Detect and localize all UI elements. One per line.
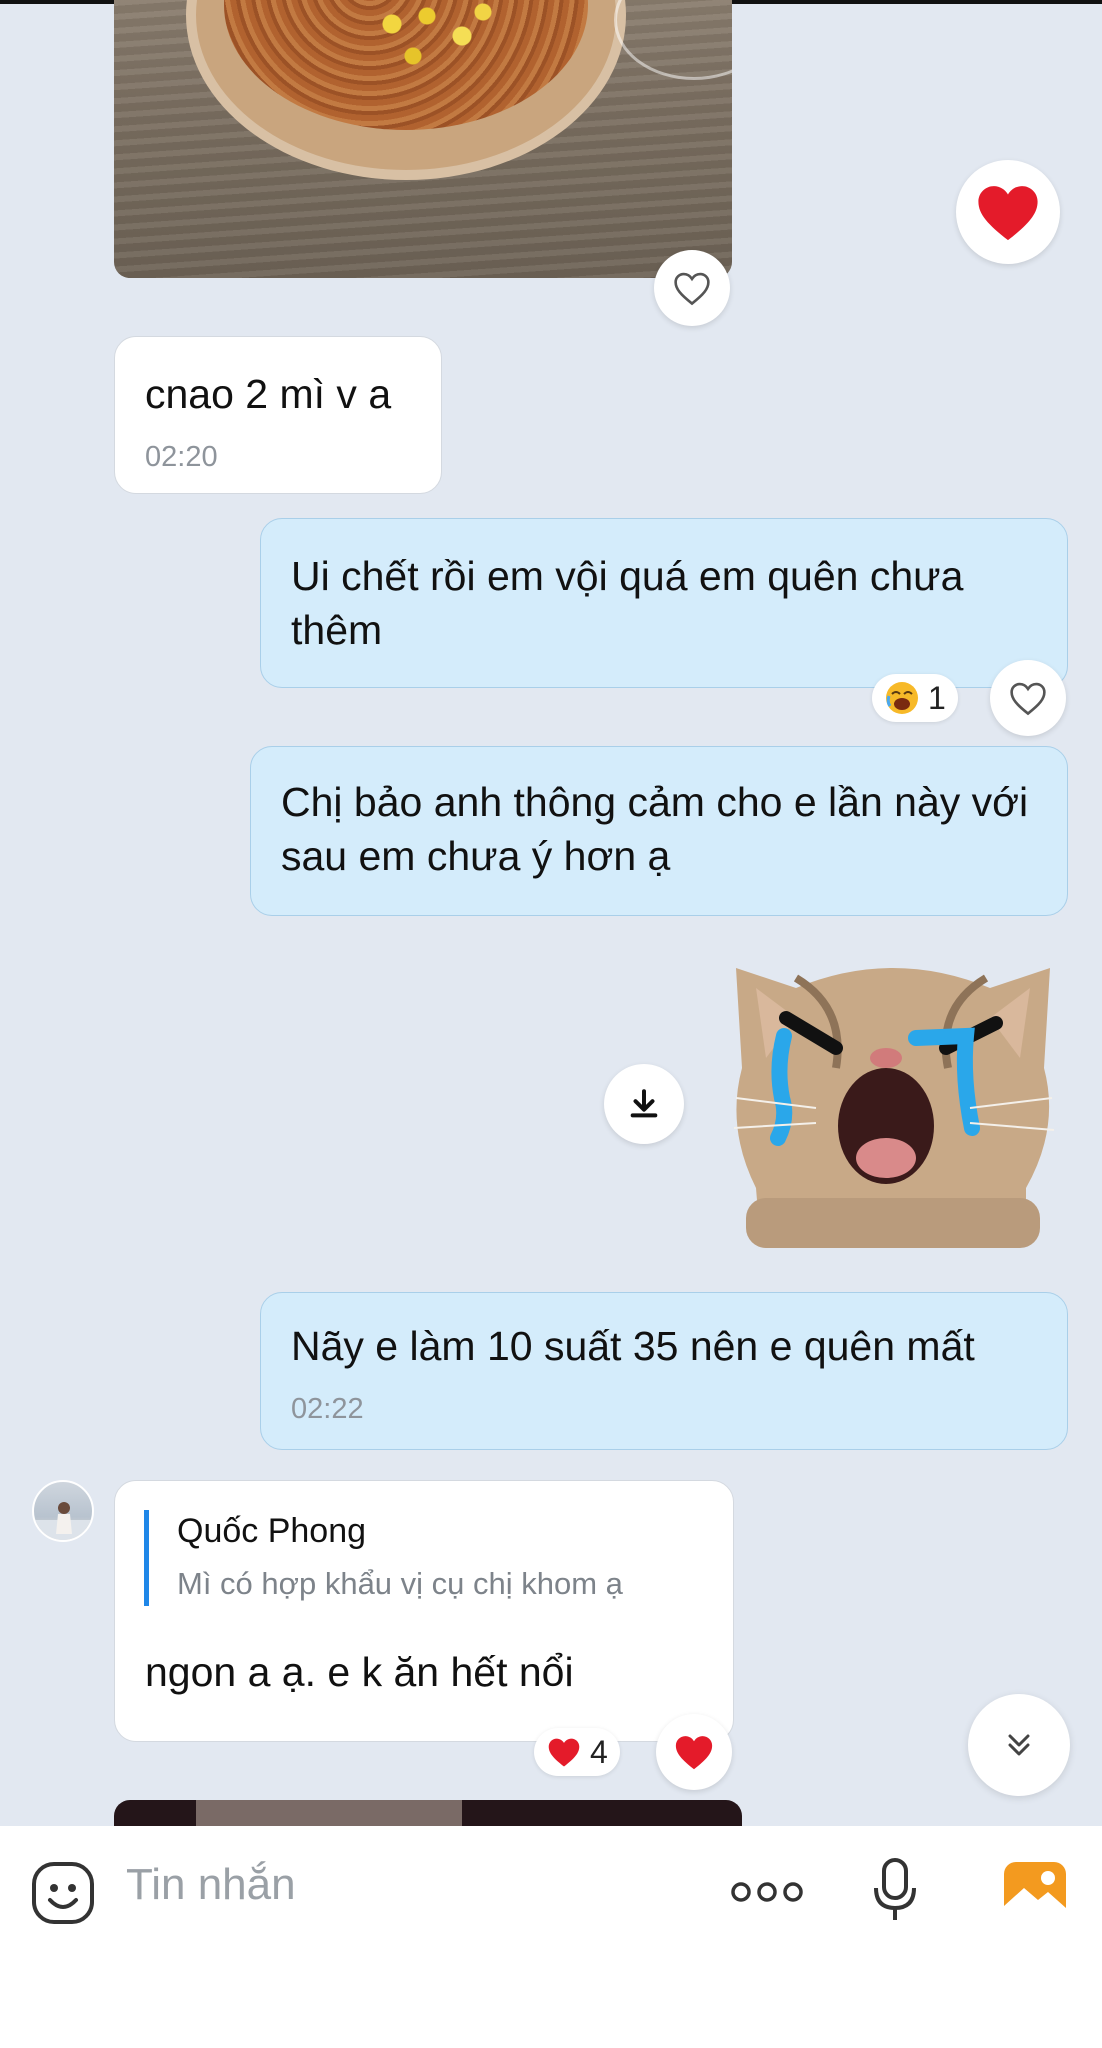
photo-reaction-heart-button[interactable] [654, 250, 730, 326]
message-text: Ui chết rồi em vội quá em quên chưa thêm [291, 553, 964, 653]
scroll-to-bottom-button[interactable] [968, 1694, 1070, 1796]
avatar[interactable] [32, 1480, 94, 1542]
outgoing-message[interactable]: Chị bảo anh thông cảm cho e lần này với … [250, 746, 1068, 916]
outgoing-message[interactable]: Nãy e làm 10 suất 35 nên e quên mất 02:2… [260, 1292, 1068, 1450]
more-dots-icon[interactable] [730, 1874, 804, 1910]
message-text: Chị bảo anh thông cảm cho e lần này với … [281, 779, 1029, 879]
crying-cat-sticker[interactable] [726, 948, 1060, 1254]
quote-bar [144, 1510, 149, 1606]
message-reaction-heart-button[interactable] [656, 1714, 732, 1790]
message-time: 02:20 [145, 441, 218, 473]
reaction-count: 4 [590, 1733, 608, 1770]
message-text: cnao 2 mì v a [145, 371, 392, 417]
reaction-summary[interactable]: 1 [872, 674, 958, 722]
reaction-count: 1 [928, 679, 946, 716]
message-reaction-heart-button[interactable] [990, 660, 1066, 736]
crying-laugh-emoji-icon [886, 682, 918, 714]
heart-outline-icon [674, 272, 710, 306]
heart-outline-icon [1010, 682, 1046, 716]
emoji-icon[interactable] [30, 1860, 96, 1926]
outgoing-message[interactable]: Ui chết rồi em vội quá em quên chưa thêm [260, 518, 1068, 688]
microphone-icon[interactable] [870, 1856, 920, 1926]
incoming-reply-message[interactable]: Quốc Phong Mì có hợp khẩu vị cụ chị khom… [114, 1480, 734, 1742]
heart-icon [675, 1736, 713, 1770]
heart-icon [548, 1738, 580, 1767]
next-media-message[interactable] [114, 1800, 742, 1826]
message-input[interactable]: Tin nhắn [126, 1860, 296, 1910]
quote-text: Mì có hợp khẩu vị cụ chị khom ạ [177, 1566, 623, 1601]
reaction-summary[interactable]: 4 [534, 1728, 620, 1776]
image-icon[interactable] [1002, 1860, 1068, 1922]
message-composer: Tin nhắn [0, 1826, 1102, 2048]
quote-author: Quốc Phong [177, 1512, 367, 1550]
photo-message[interactable] [114, 0, 732, 278]
incoming-message[interactable]: cnao 2 mì v a 02:20 [114, 336, 442, 494]
download-sticker-button[interactable] [604, 1064, 684, 1144]
download-icon [630, 1089, 658, 1118]
chevron-double-down-icon [1008, 1734, 1030, 1756]
message-text: ngon a ạ. e k ăn hết nổi [145, 1649, 574, 1695]
chat-area: cnao 2 mì v a 02:20 Ui chết rồi em vội q… [0, 0, 1102, 1826]
heart-icon [978, 186, 1038, 241]
message-text: Nãy e làm 10 suất 35 nên e quên mất [291, 1323, 975, 1369]
quick-heart-reaction[interactable] [956, 160, 1060, 264]
message-time: 02:22 [291, 1393, 364, 1425]
